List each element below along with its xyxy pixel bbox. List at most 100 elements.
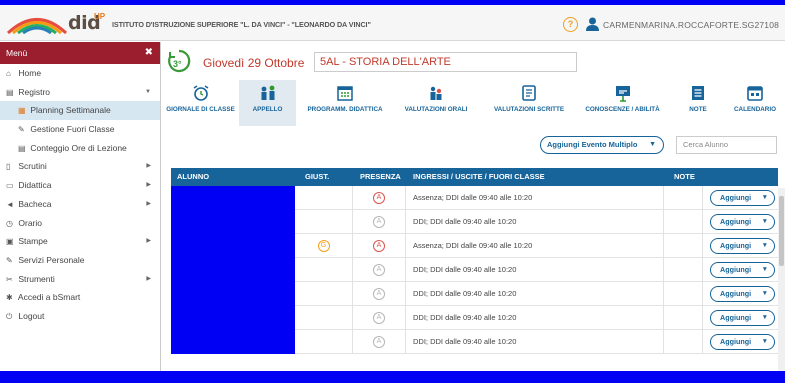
sidebar-item-label: Strumenti xyxy=(18,273,55,284)
sidebar-item-strumenti[interactable]: ✂ Strumenti ▶ xyxy=(0,270,160,289)
tab-appello[interactable]: APPELLO xyxy=(239,80,296,126)
help-icon[interactable]: ? xyxy=(563,17,578,32)
tab-giornale-di-classe[interactable]: GIORNALE DI CLASSE xyxy=(162,80,239,126)
table-row: A DDI; DDI dalle 09:40 alle 10:20 Aggiun… xyxy=(171,282,778,306)
action-cell: Aggiungi ▼ xyxy=(703,258,778,282)
attendance-events: DDI; DDI dalle 09:40 alle 10:20 xyxy=(406,330,664,354)
column-header-alunno[interactable]: ALUNNO xyxy=(177,168,209,186)
attendance-events: Assenza; DDI dalle 09:40 alle 10:20 xyxy=(406,186,664,210)
current-date[interactable]: Giovedì 29 Ottobre xyxy=(203,56,304,70)
action-cell: Aggiungi ▼ xyxy=(703,330,778,354)
presence-status-badge[interactable]: A xyxy=(373,288,385,300)
notepad-icon xyxy=(692,86,704,100)
attendance-events: DDI; DDI dalle 09:40 alle 10:20 xyxy=(406,258,664,282)
presence-status-badge[interactable]: A xyxy=(373,264,385,276)
tab-programm-didattica[interactable]: PROGRAMM. DIDATTICA xyxy=(302,80,388,126)
sidebar-item-accedi-bsmart[interactable]: ✱ Accedi a bSmart xyxy=(0,288,160,307)
note-cell xyxy=(664,234,703,258)
search-student-input[interactable]: Cerca Alunno xyxy=(676,136,777,154)
column-header-ingressi: INGRESSI / USCITE / FUORI CLASSE xyxy=(413,172,545,181)
close-icon[interactable]: ✖ xyxy=(145,42,153,64)
tab-valutazioni-scritte[interactable]: VALUTAZIONI SCRITTE xyxy=(484,80,574,126)
chevron-down-icon: ▼ xyxy=(761,314,768,321)
add-event-button[interactable]: Aggiungi ▼ xyxy=(710,238,775,254)
sidebar-item-stampe[interactable]: ▣ Stampe ▶ xyxy=(0,232,160,251)
chevron-down-icon: ▼ xyxy=(761,194,768,201)
button-label: Aggiungi xyxy=(720,313,752,322)
column-header-note: NOTE xyxy=(674,172,695,181)
sidebar-item-label: Scrutini xyxy=(18,161,47,172)
chevron-down-icon: ▼ xyxy=(761,266,768,273)
sidebar-item-gestione-fuori-classe[interactable]: ✎ Gestione Fuori Classe xyxy=(0,120,160,139)
calendar-icon xyxy=(747,86,763,101)
add-event-button[interactable]: Aggiungi ▼ xyxy=(710,286,775,302)
table-row: G A Assenza; DDI dalle 09:40 alle 10:20 … xyxy=(171,234,778,258)
sidebar-item-bacheca[interactable]: ◄ Bacheca ▶ xyxy=(0,195,160,214)
app-header: did UP ISTITUTO D'ISTRUZIONE SUPERIORE "… xyxy=(0,5,785,41)
note-cell xyxy=(664,330,703,354)
student-name-redacted[interactable] xyxy=(171,186,295,210)
megaphone-icon: ◄ xyxy=(6,199,14,209)
add-event-button[interactable]: Aggiungi ▼ xyxy=(710,262,775,278)
sidebar-item-registro[interactable]: ▤ Registro ▼ xyxy=(0,83,160,102)
user-icon[interactable] xyxy=(586,17,599,31)
giust-cell xyxy=(295,306,353,330)
attendance-events: DDI; DDI dalle 09:40 alle 10:20 xyxy=(406,210,664,234)
student-name-redacted[interactable] xyxy=(171,234,295,258)
note-cell xyxy=(664,258,703,282)
add-event-button[interactable]: Aggiungi ▼ xyxy=(710,310,775,326)
table-row: A DDI; DDI dalle 09:40 alle 10:20 Aggiun… xyxy=(171,210,778,234)
sidebar-item-label: Home xyxy=(18,68,42,78)
sidebar-item-scrutini[interactable]: ▯ Scrutini ▶ xyxy=(0,157,160,176)
presence-status-badge[interactable]: A xyxy=(373,240,385,252)
button-label: Aggiungi xyxy=(720,265,752,274)
user-name[interactable]: CARMENMARINA.ROCCAFORTE.SG27108 xyxy=(603,20,779,30)
tab-conoscenze-abilita[interactable]: CONOSCENZE / ABILITÀ xyxy=(574,80,671,126)
presence-cell: A xyxy=(353,282,406,306)
student-name-redacted[interactable] xyxy=(171,282,295,306)
tab-valutazioni-orali[interactable]: VALUTAZIONI ORALI xyxy=(388,80,484,126)
presence-cell: A xyxy=(353,186,406,210)
table-body: A Assenza; DDI dalle 09:40 alle 10:20 Ag… xyxy=(171,186,778,354)
sidebar-item-logout[interactable]: ⏻ Logout xyxy=(0,307,160,326)
table-row: A DDI; DDI dalle 09:40 alle 10:20 Aggiun… xyxy=(171,330,778,354)
school-name: ISTITUTO D'ISTRUZIONE SUPERIORE "L. DA V… xyxy=(112,20,371,29)
presence-status-badge[interactable]: A xyxy=(373,312,385,324)
calendar-icon: ▦ xyxy=(18,106,26,116)
student-name-redacted[interactable] xyxy=(171,306,295,330)
lesson-hour-label: 3° xyxy=(173,59,182,69)
sidebar-item-servizi-personale[interactable]: ✎ Servizi Personale xyxy=(0,251,160,270)
sidebar-item-planning-settimanale[interactable]: ▦ Planning Settimanale xyxy=(0,101,160,121)
attendance-events: DDI; DDI dalle 09:40 alle 10:20 xyxy=(406,282,664,306)
student-name-redacted[interactable] xyxy=(171,330,295,354)
chevron-right-icon: ▶ xyxy=(146,182,151,189)
presence-cell: A xyxy=(353,258,406,282)
presence-cell: A xyxy=(353,306,406,330)
table-scrollbar[interactable] xyxy=(778,188,785,371)
presence-status-badge[interactable]: A xyxy=(373,336,385,348)
add-multiple-event-button[interactable]: Aggiungi Evento Multiplo ▼ xyxy=(540,136,664,154)
people-voice-icon xyxy=(430,86,442,100)
justification-badge[interactable]: G xyxy=(317,240,330,252)
list-icon: ▤ xyxy=(18,143,26,153)
add-event-button[interactable]: Aggiungi ▼ xyxy=(710,214,775,230)
edit-icon: ✎ xyxy=(6,255,13,265)
sidebar-item-didattica[interactable]: ▭ Didattica ▶ xyxy=(0,176,160,195)
student-name-redacted[interactable] xyxy=(171,210,295,234)
tab-label: GIORNALE DI CLASSE xyxy=(166,106,235,113)
sidebar-item-conteggio-ore[interactable]: ▤ Conteggio Ore di Lezione xyxy=(0,139,160,158)
sidebar-item-home[interactable]: ⌂ Home xyxy=(0,64,160,83)
action-cell: Aggiungi ▼ xyxy=(703,234,778,258)
class-selector[interactable]: 5AL - STORIA DELL'ARTE xyxy=(314,52,577,72)
tab-calendario[interactable]: CALENDARIO xyxy=(725,80,785,126)
add-event-button[interactable]: Aggiungi ▼ xyxy=(710,334,775,350)
scrollbar-thumb[interactable] xyxy=(779,196,784,266)
presence-status-badge[interactable]: A xyxy=(373,192,385,204)
presence-status-badge[interactable]: A xyxy=(373,216,385,228)
sidebar-item-label: Servizi Personale xyxy=(18,254,85,265)
sidebar-item-orario[interactable]: ◷ Orario xyxy=(0,214,160,233)
sidebar-item-label: Registro xyxy=(18,86,51,97)
add-event-button[interactable]: Aggiungi ▼ xyxy=(710,190,775,206)
student-name-redacted[interactable] xyxy=(171,258,295,282)
tab-note[interactable]: NOTE xyxy=(671,80,725,126)
